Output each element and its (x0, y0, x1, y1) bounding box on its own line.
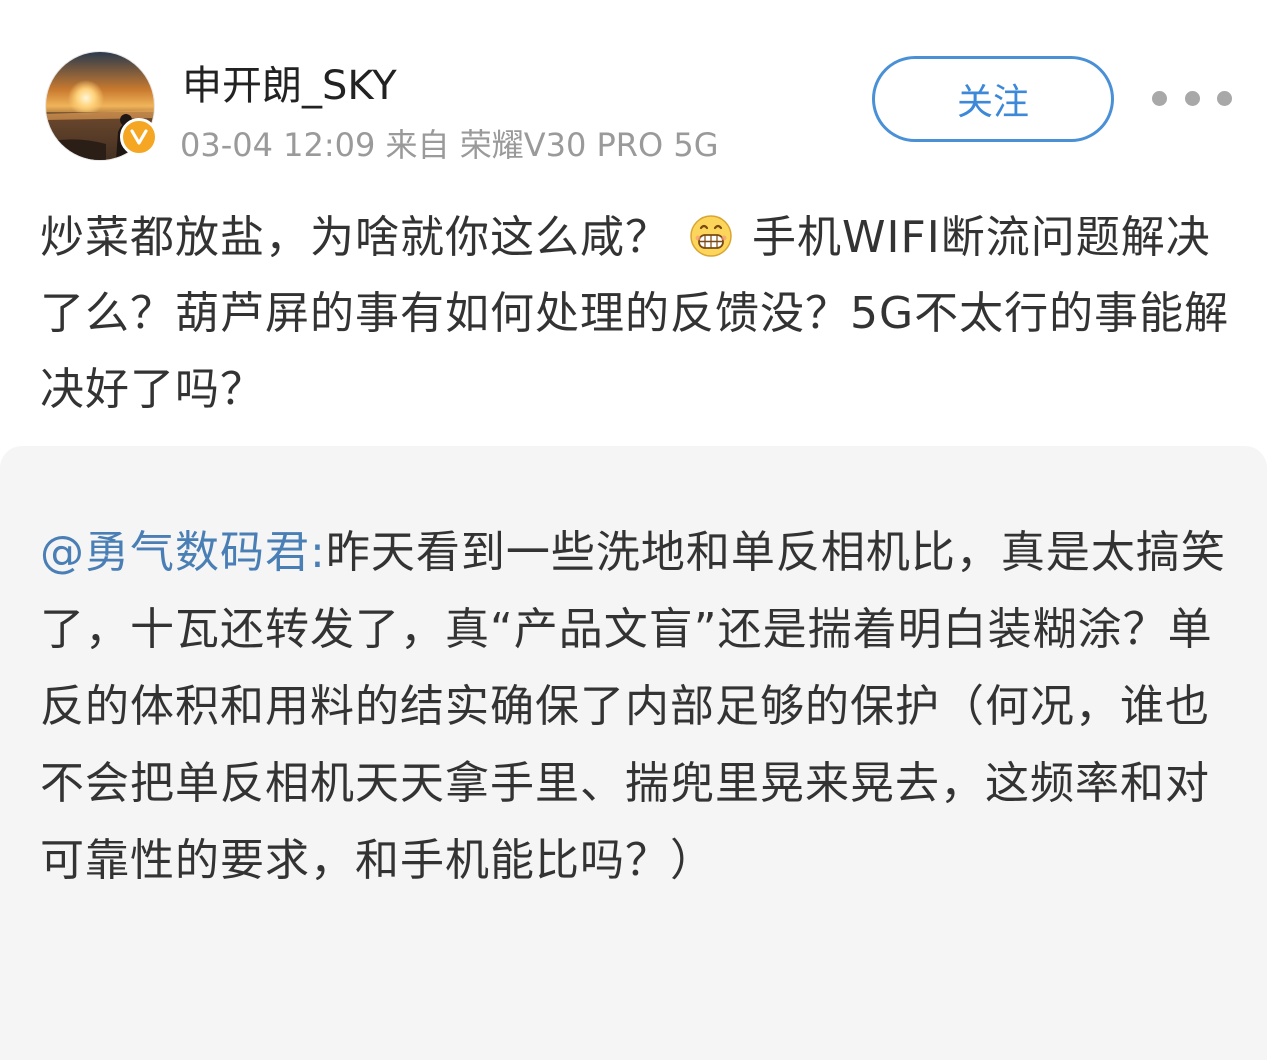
author-name[interactable]: 申开朗_SKY (182, 60, 397, 112)
more-dot (1184, 90, 1200, 106)
more-dot (1217, 90, 1232, 106)
post-text-part-1: 炒菜都放盐，为啥就你这么咸？ (40, 212, 670, 263)
post-meta: 03-04 12:09 来自 荣耀V30 PRO 5G (180, 126, 719, 164)
more-dot (1152, 90, 1167, 106)
weibo-post-card: 申开朗_SKY 03-04 12:09 来自 荣耀V30 PRO 5G 关注 炒… (0, 0, 1267, 1060)
grin-emoji-icon (689, 206, 733, 257)
avatar[interactable] (46, 52, 158, 160)
repost-text: @勇气数码君:昨天看到一些洗地和单反相机比，真是太搞笑了，十瓦还转发了，真“产品… (40, 514, 1240, 899)
repost-mention-link[interactable]: @勇气数码君: (40, 527, 326, 578)
repost-body: 昨天看到一些洗地和单反相机比，真是太搞笑了，十瓦还转发了，真“产品文盲”还是揣着… (40, 527, 1226, 886)
post-text: 炒菜都放盐，为啥就你这么咸？ 手机WIFI断流问题解决了么？葫芦屏的事有如何处理… (40, 200, 1230, 428)
follow-button[interactable]: 关注 (872, 56, 1114, 142)
verified-badge-icon (120, 118, 158, 156)
more-dots-icon[interactable] (1152, 80, 1232, 116)
